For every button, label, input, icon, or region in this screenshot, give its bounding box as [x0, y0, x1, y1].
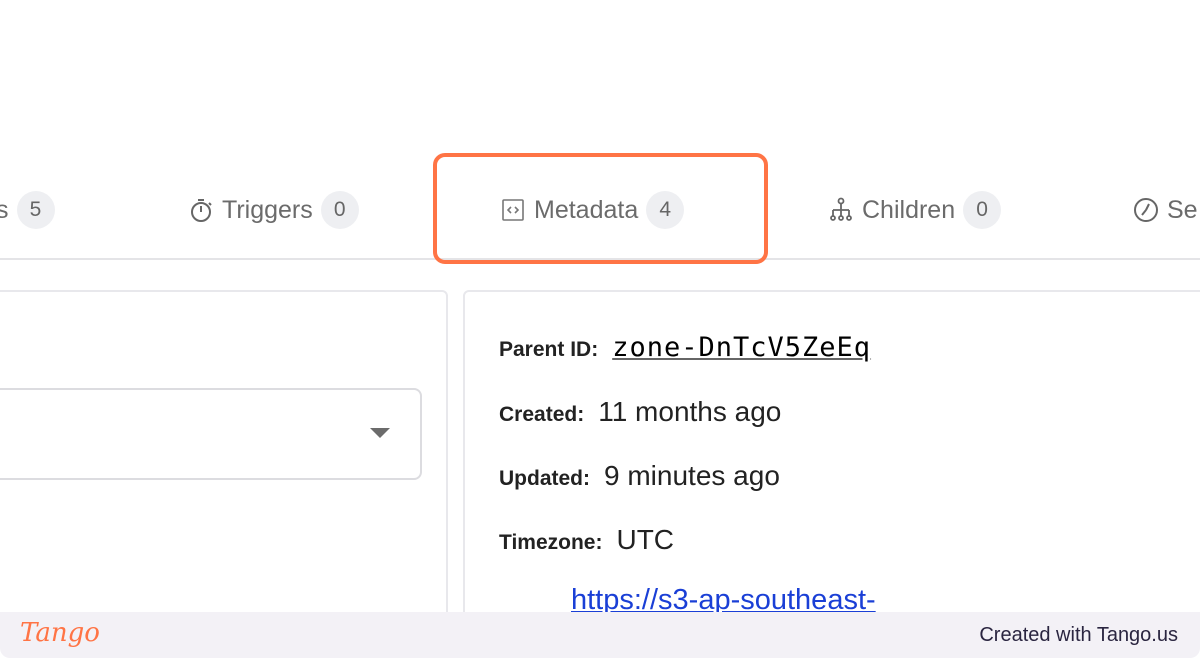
code-box-icon [500, 197, 526, 223]
parent-id-row: Parent ID: zone-DnTcV5ZeEq [499, 332, 871, 363]
tab-label: Children [862, 195, 956, 224]
tab-count-badge: 5 [16, 191, 55, 229]
tab-schedule-partial[interactable]: Se [1133, 192, 1198, 228]
updated-value: 9 minutes ago [604, 460, 780, 491]
tab-metadata[interactable]: Metadata 4 [500, 191, 685, 229]
updated-row: Updated: 9 minutes ago [499, 460, 780, 492]
tab-label: s [0, 195, 9, 224]
dropdown-select[interactable] [0, 388, 422, 480]
tab-count-badge: 0 [320, 191, 359, 229]
stopwatch-icon [188, 197, 214, 223]
timezone-value: UTC [616, 524, 675, 555]
timezone-label: Timezone: [499, 531, 603, 554]
parent-id-label: Parent ID: [499, 338, 599, 361]
created-row: Created: 11 months ago [499, 396, 781, 428]
metadata-panel: Parent ID: zone-DnTcV5ZeEq Created: 11 m… [463, 290, 1200, 634]
tab-count-badge: 0 [963, 191, 1002, 229]
tab-partial[interactable]: s 5 [0, 191, 55, 229]
hierarchy-icon [828, 197, 854, 223]
tab-bar: s 5 Triggers 0 Metadata 4 Children 0 Se [0, 180, 1200, 260]
chevron-down-icon [370, 428, 390, 438]
updated-label: Updated: [499, 467, 590, 490]
tab-label: Triggers [222, 195, 313, 224]
tab-children[interactable]: Children 0 [828, 191, 1002, 229]
tab-count-badge: 4 [646, 191, 685, 229]
credit-text: Created with Tango.us [979, 624, 1178, 646]
timezone-row: Timezone: UTC [499, 524, 674, 556]
footer: Tango Created with Tango.us [0, 612, 1200, 658]
parent-id-link[interactable]: zone-DnTcV5ZeEq [612, 332, 871, 363]
created-value: 11 months ago [598, 396, 782, 427]
created-label: Created: [499, 403, 585, 426]
tab-label: Metadata [534, 195, 639, 224]
tab-label: Se [1167, 195, 1198, 224]
tab-triggers[interactable]: Triggers 0 [188, 191, 359, 229]
left-panel [0, 290, 448, 634]
tango-logo: Tango [20, 618, 100, 648]
clock-icon [1133, 197, 1159, 223]
